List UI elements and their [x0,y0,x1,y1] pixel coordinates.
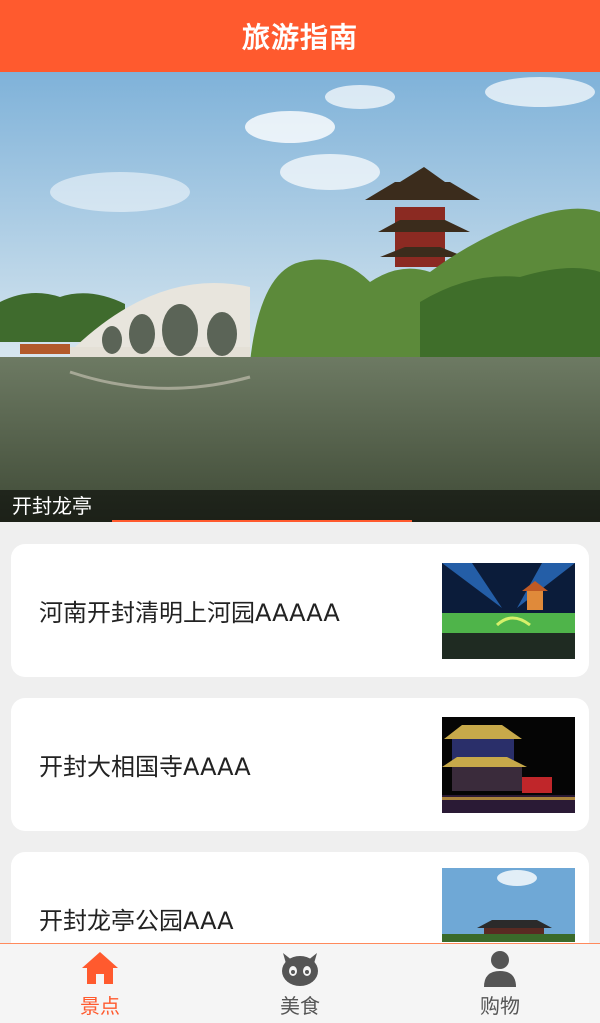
list-item-thumbnail [442,716,575,813]
list-item-thumbnail [442,868,575,942]
home-icon [78,948,122,988]
banner-caption: 开封龙亭 [0,490,600,522]
tab-sights[interactable]: 景点 [0,944,200,1023]
list-item-thumbnail [442,562,575,659]
cat-face-icon [278,948,322,988]
list-item-title: 开封大相国寺AAAA [39,753,251,781]
banner-image [0,72,600,522]
attraction-list: 河南开封清明上河园AAAAA 开封大相国寺AAAA 开封龙亭公园AAA [0,522,600,943]
tab-label: 景点 [80,994,120,1018]
banner-carousel[interactable]: 开封龙亭 [0,72,600,522]
bottom-tab-bar: 景点 美食 购物 [0,943,600,1023]
list-item[interactable]: 开封大相国寺AAAA [11,698,589,831]
tab-shopping[interactable]: 购物 [400,944,600,1023]
list-item[interactable]: 开封龙亭公园AAA [11,852,589,943]
list-item[interactable]: 河南开封清明上河园AAAAA [11,544,589,677]
list-item-title: 河南开封清明上河园AAAAA [39,599,340,627]
page-title: 旅游指南 [241,21,358,54]
app-header: 旅游指南 [0,0,600,72]
tab-label: 购物 [480,994,520,1018]
tab-label: 美食 [280,994,320,1018]
tab-food[interactable]: 美食 [200,944,400,1023]
list-item-title: 开封龙亭公园AAA [39,907,234,935]
user-icon [478,948,522,988]
